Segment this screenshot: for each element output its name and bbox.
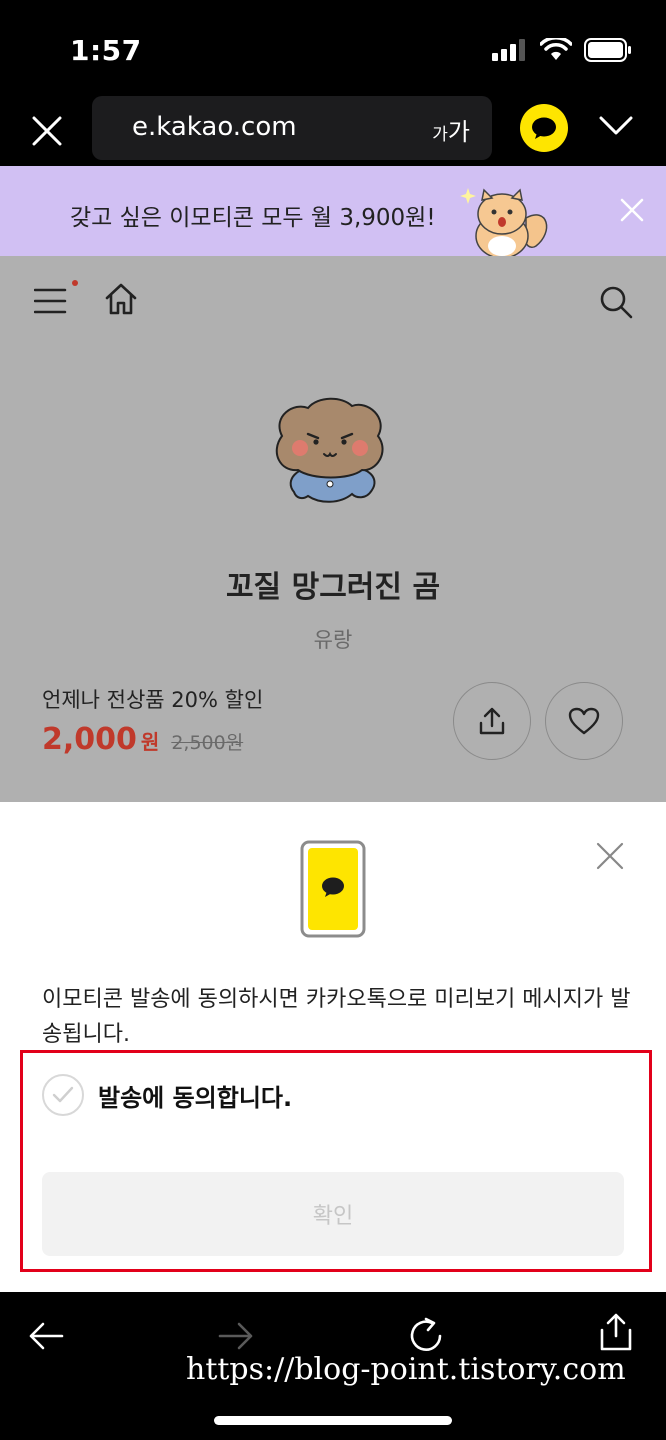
discount-text: 언제나 전상품 20% 할인 <box>42 688 264 712</box>
product-title: 꼬질 망그러진 곰 <box>225 570 441 605</box>
share-button[interactable] <box>453 682 531 760</box>
reload-icon[interactable] <box>406 1316 446 1356</box>
consent-bottom-sheet: 이모티콘 발송에 동의하시면 카카오톡으로 미리보기 메시지가 발송됩니다. 발… <box>0 802 666 1292</box>
promo-text: 갖고 싶은 이모티콘 모두 월 3,900원! <box>70 205 436 231</box>
kakaotalk-button[interactable] <box>520 104 568 152</box>
url-text: e.kakao.com <box>132 112 297 142</box>
signal-icon <box>492 39 525 61</box>
status-icons <box>492 38 632 62</box>
home-icon[interactable] <box>104 282 138 316</box>
confirm-button[interactable]: 확인 <box>42 1172 624 1256</box>
agree-label[interactable]: 발송에 동의합니다. <box>98 1078 292 1113</box>
wifi-icon <box>540 38 572 60</box>
back-arrow-icon[interactable] <box>26 1316 66 1356</box>
close-icon[interactable] <box>30 114 64 148</box>
notification-dot <box>72 280 78 286</box>
status-bar: 1:57 <box>0 0 666 96</box>
sale-price: 2,000 <box>42 722 137 757</box>
squirrel-character-icon <box>460 188 548 256</box>
share-sheet-icon[interactable] <box>596 1312 636 1352</box>
sheet-close-icon[interactable] <box>596 842 624 870</box>
heart-icon <box>568 707 600 735</box>
status-time: 1:57 <box>70 34 142 67</box>
battery-icon <box>584 38 631 62</box>
watermark-url: https://blog-point.tistory.com <box>186 1352 626 1387</box>
home-indicator[interactable] <box>214 1416 452 1425</box>
sale-price-unit: 원 <box>140 730 160 754</box>
promo-close-icon[interactable] <box>620 198 644 222</box>
browser-toolbar: e.kakao.com 가가 <box>0 96 666 166</box>
agree-checkbox[interactable] <box>42 1074 84 1116</box>
original-price: 2,500원 <box>171 732 244 754</box>
chevron-down-icon[interactable] <box>598 114 634 138</box>
hamburger-menu-icon[interactable] <box>34 286 68 316</box>
checkmark-icon <box>52 1086 74 1103</box>
browser-bottom-nav: https://blog-point.tistory.com <box>0 1292 666 1440</box>
product-section: 꼬질 망그러진 곰 유랑 언제나 전상품 20% 할인 2,000 원 2,50… <box>0 256 666 802</box>
speech-bubble-icon <box>532 117 556 139</box>
forward-arrow-icon[interactable] <box>216 1316 256 1356</box>
text-size-button[interactable]: 가가 <box>432 112 470 147</box>
bear-emoticon-image <box>275 397 384 503</box>
text-size-large: 가 <box>447 118 470 146</box>
like-button[interactable] <box>545 682 623 760</box>
text-size-small: 가 <box>432 125 448 145</box>
consent-description: 이모티콘 발송에 동의하시면 카카오톡으로 미리보기 메시지가 발송됩니다. <box>42 987 631 1047</box>
promo-banner[interactable]: 갖고 싶은 이모티콘 모두 월 3,900원! <box>0 166 666 256</box>
price-row: 2,000 원 2,500원 <box>42 722 243 757</box>
product-author[interactable]: 유랑 <box>0 624 666 654</box>
address-bar[interactable]: e.kakao.com 가가 <box>92 96 492 160</box>
search-icon[interactable] <box>598 284 634 320</box>
share-icon <box>479 707 505 735</box>
kakaotalk-phone-icon <box>300 840 366 938</box>
